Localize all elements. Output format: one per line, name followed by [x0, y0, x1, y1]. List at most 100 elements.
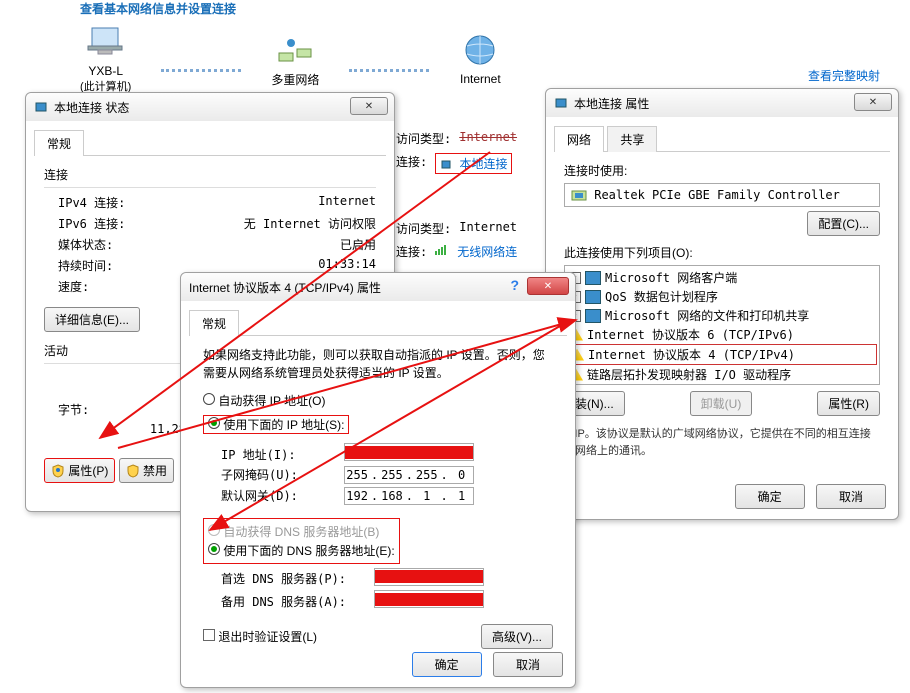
- manual-ip-label: 使用下面的 IP 地址(S):: [223, 418, 344, 432]
- ok-button[interactable]: 确定: [735, 484, 805, 509]
- auto-dns-radio: [208, 524, 220, 536]
- properties-window: 本地连接 属性 ✕ 网络 共享 连接时使用: Realtek PCIe GBE …: [545, 88, 899, 520]
- ipv4-description: 如果网络支持此功能，则可以获取自动指派的 IP 设置。否则，您需要从网络系统管理…: [203, 346, 553, 382]
- tab-general[interactable]: 常规: [34, 130, 84, 156]
- auto-dns-label: 自动获得 DNS 服务器地址(B): [223, 525, 379, 539]
- ipv6-label: IPv6 连接:: [58, 215, 125, 232]
- access-type-label: 访问类型:: [396, 130, 451, 147]
- media-label: 媒体状态:: [58, 236, 113, 253]
- duration-label: 持续时间:: [58, 257, 113, 274]
- computer-icon: [86, 24, 126, 60]
- manual-ip-radio[interactable]: [208, 417, 220, 429]
- ok-button[interactable]: 确定: [412, 652, 482, 677]
- network-icon: [275, 31, 315, 67]
- list-item-label: Internet 协议版本 4 (TCP/IPv4): [588, 346, 795, 363]
- validate-label: 退出时验证设置(L): [218, 630, 317, 644]
- subnet-label: 子网掩码(U):: [221, 466, 341, 483]
- advanced-button[interactable]: 高级(V)...: [481, 624, 553, 649]
- list-item-label: QoS 数据包计划程序: [605, 288, 718, 305]
- list-item-label: Microsoft 网络的文件和打印机共享: [605, 307, 809, 324]
- ipv6-value: 无 Internet 访问权限: [244, 215, 376, 232]
- adapter-icon: [571, 188, 587, 202]
- window-title: 本地连接 状态: [54, 99, 129, 116]
- list-item[interactable]: 链路层拓扑发现映射器 I/O 驱动程序: [567, 365, 877, 384]
- tab-network[interactable]: 网络: [554, 126, 604, 152]
- items-label: 此连接使用下列项目(O):: [564, 244, 880, 261]
- gateway-input[interactable]: 192.168.1.1: [344, 487, 474, 505]
- close-button[interactable]: ✕: [527, 277, 569, 295]
- tab-general[interactable]: 常规: [189, 310, 239, 336]
- node-internet: Internet: [459, 30, 501, 86]
- connection-label: 连接:: [396, 153, 427, 174]
- primary-dns-input[interactable]: [374, 568, 484, 586]
- access-type-value: Internet: [459, 220, 517, 237]
- list-item-label: Internet 协议版本 6 (TCP/IPv6): [587, 326, 794, 343]
- wireless-connection-link[interactable]: 无线网络连: [457, 243, 517, 260]
- list-item[interactable]: 链路层拓扑发现响应程序: [567, 384, 877, 385]
- access-type-label: 访问类型:: [396, 220, 451, 237]
- ipv4-label: IPv4 连接:: [58, 194, 125, 211]
- node-this-pc: YXB-L (此计算机): [80, 22, 131, 94]
- cancel-button[interactable]: 取消: [816, 484, 886, 509]
- items-listbox[interactable]: Microsoft 网络客户端 QoS 数据包计划程序 Microsoft 网络的文…: [564, 265, 880, 385]
- shield-icon: [51, 464, 65, 478]
- list-item[interactable]: Internet 协议版本 4 (TCP/IPv4): [567, 344, 877, 365]
- client-icon: [585, 271, 601, 285]
- cancel-button[interactable]: 取消: [493, 652, 563, 677]
- list-item[interactable]: QoS 数据包计划程序: [567, 287, 877, 306]
- connection-line: [161, 64, 241, 72]
- primary-dns-label: 首选 DNS 服务器(P):: [221, 570, 371, 587]
- ethernet-icon: [554, 96, 568, 110]
- connection-line: [349, 64, 429, 72]
- help-icon[interactable]: ?: [510, 277, 519, 295]
- access-type-value: Internet: [459, 130, 517, 147]
- tab-sharing[interactable]: 共享: [607, 126, 657, 152]
- close-button[interactable]: ✕: [350, 97, 388, 115]
- node-multi-network: 多重网络: [271, 29, 319, 88]
- client-icon: [585, 290, 601, 304]
- alt-dns-label: 备用 DNS 服务器(A):: [221, 593, 371, 610]
- uninstall-button: 卸载(U): [690, 391, 753, 416]
- connection-label: 连接:: [396, 243, 427, 260]
- section-connection: 连接: [44, 166, 376, 188]
- details-button[interactable]: 详细信息(E)...: [44, 307, 140, 332]
- connect-using-label: 连接时使用:: [564, 162, 880, 179]
- subnet-input[interactable]: 255.255.255.0: [344, 466, 474, 484]
- local-connection-link[interactable]: 本地连接: [459, 157, 507, 171]
- ipv4-window: Internet 协议版本 4 (TCP/IPv4) 属性 ? ✕ 常规 如果网…: [180, 272, 576, 688]
- adapter-name: Realtek PCIe GBE Family Controller: [594, 188, 840, 202]
- ip-address-label: IP 地址(I):: [221, 446, 341, 463]
- speed-label: 速度:: [58, 278, 89, 295]
- shield-icon: [126, 464, 140, 478]
- list-item[interactable]: Internet 协议版本 6 (TCP/IPv6): [567, 325, 877, 344]
- ethernet-icon: [34, 100, 48, 114]
- gateway-label: 默认网关(D):: [221, 487, 341, 504]
- client-icon: [585, 309, 601, 323]
- list-item-label: Microsoft 网络客户端: [605, 269, 737, 286]
- globe-icon: [462, 32, 498, 68]
- list-item[interactable]: Microsoft 网络客户端: [567, 268, 877, 287]
- list-item-label: 链路层拓扑发现映射器 I/O 驱动程序: [587, 366, 791, 383]
- auto-ip-label: 自动获得 IP 地址(O): [218, 394, 325, 408]
- configure-button[interactable]: 配置(C)...: [807, 211, 880, 236]
- item-properties-button[interactable]: 属性(R): [817, 391, 880, 416]
- manual-dns-label: 使用下面的 DNS 服务器地址(E):: [223, 544, 394, 558]
- validate-checkbox[interactable]: [203, 629, 215, 641]
- alt-dns-input[interactable]: [374, 590, 484, 608]
- properties-button[interactable]: 属性(P): [44, 458, 115, 483]
- wifi-signal-icon: [435, 243, 449, 255]
- ip-address-input[interactable]: [344, 443, 474, 461]
- page-header: 查看基本网络信息并设置连接: [80, 0, 880, 17]
- window-title: Internet 协议版本 4 (TCP/IPv4) 属性: [189, 279, 381, 296]
- ipv4-value: Internet: [318, 194, 376, 211]
- window-title: 本地连接 属性: [574, 95, 649, 112]
- manual-dns-radio[interactable]: [208, 543, 220, 555]
- list-item[interactable]: Microsoft 网络的文件和打印机共享: [567, 306, 877, 325]
- disable-button[interactable]: 禁用: [119, 458, 174, 483]
- description-text: P/IP。该协议是默认的广域网络协议，它提供在不同的相互连接的网络上的通讯。: [564, 426, 880, 459]
- close-button[interactable]: ✕: [854, 93, 892, 111]
- view-full-map-link[interactable]: 查看完整映射: [808, 67, 880, 84]
- media-value: 已启用: [340, 236, 376, 253]
- ethernet-icon: [440, 158, 452, 170]
- auto-ip-radio[interactable]: [203, 393, 215, 405]
